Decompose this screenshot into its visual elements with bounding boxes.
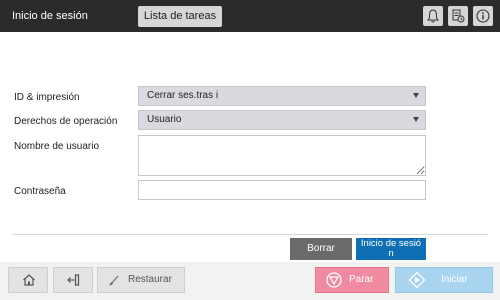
stop-icon	[326, 272, 342, 288]
operation-rights-label: Derechos de operación	[14, 116, 118, 127]
divider	[12, 234, 488, 235]
page-title: Inicio de sesión	[12, 10, 88, 22]
password-label: Contraseña	[14, 186, 66, 197]
chevron-down-icon	[413, 117, 419, 122]
top-bar: Inicio de sesión Lista de tareas	[0, 0, 500, 32]
id-print-value: Cerrar ses.tras i	[147, 90, 219, 101]
task-list-button[interactable]: Lista de tareas	[138, 6, 222, 27]
operation-rights-value: Usuario	[147, 114, 182, 125]
login-button[interactable]: Inicio de sesió n	[356, 238, 426, 260]
logout-icon	[67, 274, 80, 286]
notification-button[interactable]	[423, 6, 443, 26]
bell-icon	[427, 9, 439, 23]
password-field[interactable]	[138, 180, 426, 200]
info-button[interactable]	[473, 6, 493, 26]
chevron-down-icon	[413, 93, 419, 98]
reset-icon	[109, 275, 119, 286]
logout-button[interactable]	[53, 267, 93, 293]
start-icon	[408, 271, 426, 289]
home-button[interactable]	[8, 267, 48, 293]
stop-label: Parar	[349, 274, 374, 285]
reset-button[interactable]: Restaurar	[97, 267, 185, 293]
operation-rights-select[interactable]: Usuario	[138, 110, 426, 130]
clear-button[interactable]: Borrar	[290, 238, 352, 260]
username-label: Nombre de usuario	[14, 141, 100, 152]
device-status-icon	[452, 9, 465, 23]
info-icon	[476, 9, 490, 23]
id-print-select[interactable]: Cerrar ses.tras i	[138, 86, 426, 106]
start-button[interactable]: Iniciar	[395, 267, 493, 293]
stop-button[interactable]: Parar	[315, 267, 389, 293]
login-button-label-line2: n	[388, 248, 394, 259]
device-status-button[interactable]	[448, 6, 468, 26]
reset-label: Restaurar	[128, 274, 172, 285]
start-label: Iniciar	[441, 274, 468, 285]
username-field[interactable]	[138, 135, 426, 176]
id-print-label: ID & impresión	[14, 92, 80, 103]
home-icon	[23, 274, 35, 286]
